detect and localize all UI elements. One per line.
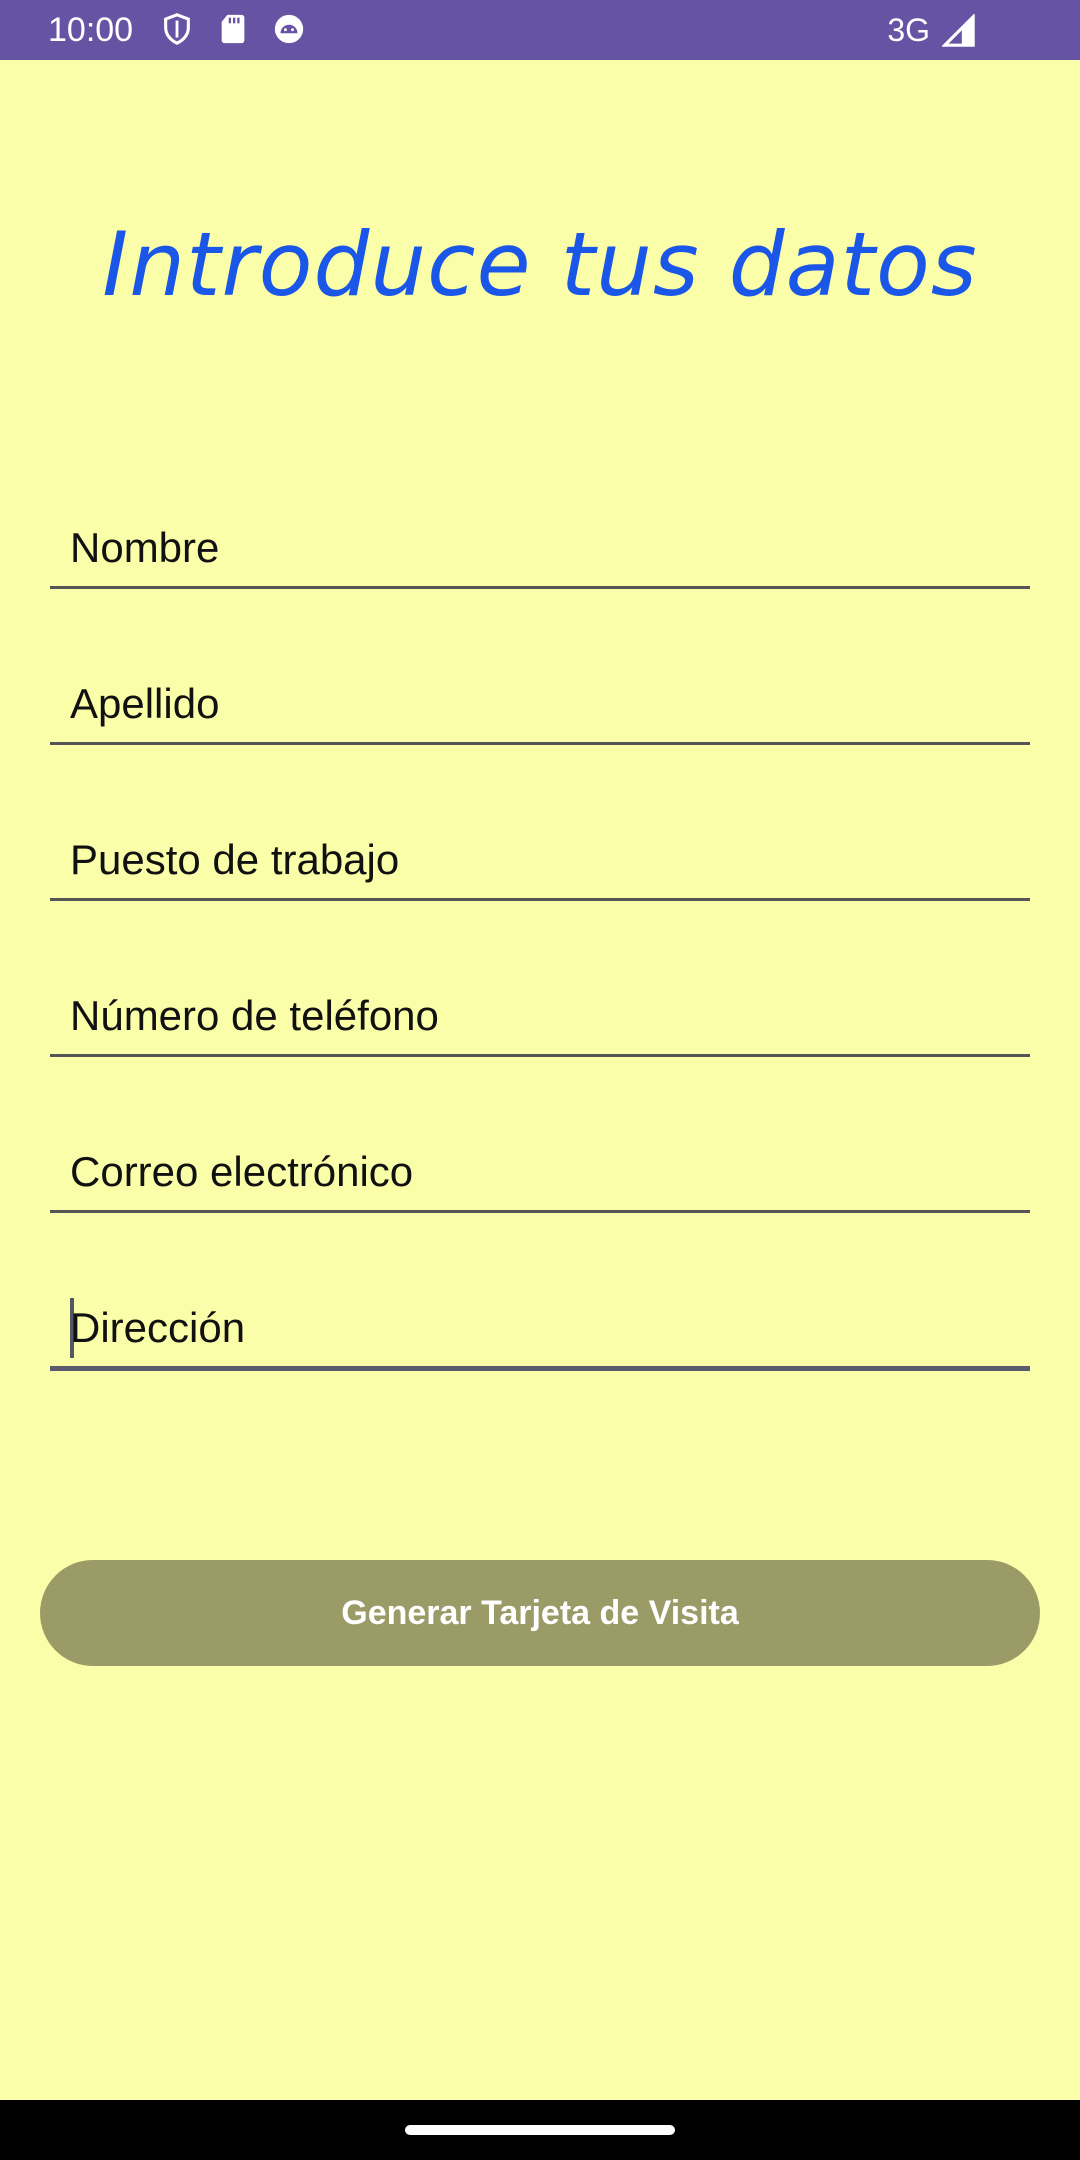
puesto-placeholder: Puesto de trabajo [70, 836, 400, 883]
apellido-placeholder: Apellido [70, 680, 220, 727]
home-handle[interactable] [405, 2125, 675, 2135]
puesto-field[interactable]: Puesto de trabajo [50, 818, 1030, 901]
status-icons [160, 12, 306, 46]
nombre-placeholder: Nombre [70, 524, 220, 571]
android-icon [272, 12, 306, 46]
apellido-field[interactable]: Apellido [50, 662, 1030, 745]
network-type: 3G [887, 12, 930, 48]
status-bar: 10:00 3G [0, 0, 1080, 60]
direccion-field[interactable]: Dirección [50, 1286, 1030, 1371]
page-title: Introduce tus datos [102, 213, 978, 316]
telefono-field[interactable]: Número de teléfono [50, 974, 1030, 1057]
nombre-field[interactable]: Nombre [50, 506, 1030, 589]
shield-icon [160, 12, 194, 46]
signal-icon [941, 13, 976, 48]
correo-field[interactable]: Correo electrónico [50, 1130, 1030, 1213]
status-time: 10:00 [48, 11, 134, 49]
navigation-bar [0, 2100, 1080, 2160]
telefono-placeholder: Número de teléfono [70, 992, 439, 1039]
direccion-placeholder: Dirección [70, 1304, 246, 1351]
generate-card-button[interactable]: Generar Tarjeta de Visita [40, 1560, 1040, 1666]
sd-card-icon [216, 12, 250, 46]
correo-placeholder: Correo electrónico [70, 1148, 414, 1195]
